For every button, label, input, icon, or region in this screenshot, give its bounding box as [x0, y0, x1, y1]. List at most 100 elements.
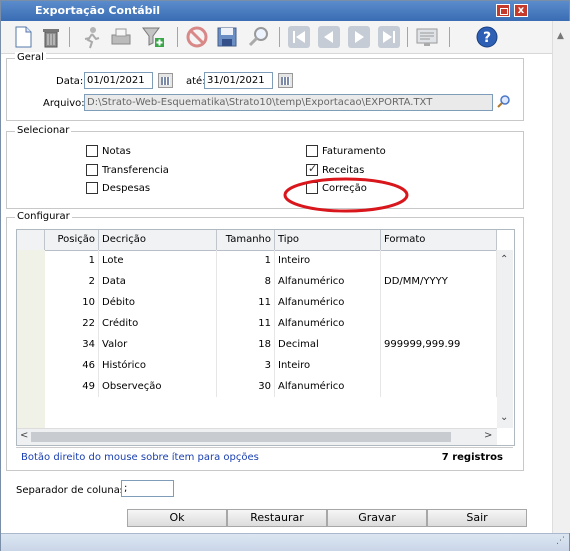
checkbox-transferencia[interactable] — [86, 164, 98, 176]
grid-hint: Botão direito do mouse sobre ítem para o… — [21, 452, 259, 463]
cell-tipo: Alfanumérico — [275, 376, 381, 397]
checkbox-label: Faturamento — [322, 146, 386, 157]
header-tipo[interactable]: Tipo — [275, 230, 381, 250]
help-icon[interactable]: ? — [475, 25, 499, 49]
cell-tipo: Decimal — [275, 334, 381, 355]
cell-tipo: Inteiro — [275, 250, 381, 271]
checkbox-label: Notas — [102, 146, 131, 157]
cell-tipo: Inteiro — [275, 355, 381, 376]
header-posicao[interactable]: Posição — [45, 230, 99, 250]
title-bar[interactable]: Exportação Contábil x — [1, 1, 569, 21]
header-gutter — [17, 230, 45, 250]
checkbox-despesas[interactable] — [86, 182, 98, 194]
table-row[interactable]: 22 Crédito 11 Alfanumérico — [17, 313, 497, 334]
new-document-icon[interactable] — [11, 25, 35, 49]
cell-tamanho: 11 — [217, 313, 275, 334]
cell-posicao: 34 — [45, 334, 99, 355]
next-record-icon[interactable] — [347, 25, 371, 49]
scroll-down-icon[interactable]: ⌄ — [500, 412, 508, 423]
cell-posicao: 1 — [45, 250, 99, 271]
separador-input[interactable]: ; — [121, 480, 174, 497]
date-from-input[interactable]: 01/01/2021 — [84, 72, 153, 89]
geral-group: Geral — [6, 52, 524, 121]
cell-tipo: Alfanumérico — [275, 292, 381, 313]
cell-tamanho: 1 — [217, 250, 275, 271]
checkbox-label: Despesas — [102, 183, 151, 194]
checkbox-label: Transferencia — [102, 165, 169, 176]
date-to-input[interactable]: 31/01/2021 — [204, 72, 273, 89]
restaurar-button[interactable]: Restaurar — [227, 509, 327, 527]
search-icon[interactable] — [247, 25, 271, 49]
selecionar-legend: Selecionar — [15, 125, 72, 136]
run-icon[interactable] — [79, 25, 103, 49]
cell-posicao: 49 — [45, 376, 99, 397]
data-label: Data: — [56, 76, 84, 87]
scroll-up-icon[interactable]: ⌃ — [500, 254, 508, 265]
cell-posicao: 46 — [45, 355, 99, 376]
toolbar-separator — [449, 27, 450, 47]
last-record-icon[interactable] — [377, 25, 401, 49]
cell-formato: DD/MM/YYYY — [381, 271, 497, 292]
status-bar: ⋰ — [1, 533, 569, 551]
cell-formato — [381, 250, 497, 271]
header-descricao[interactable]: Decrição — [99, 230, 217, 250]
cell-tamanho: 30 — [217, 376, 275, 397]
cell-descricao: Lote — [99, 250, 217, 271]
cell-tipo: Alfanumérico — [275, 271, 381, 292]
record-count: 7 registros — [441, 452, 503, 463]
save-icon[interactable] — [215, 25, 239, 49]
printer-icon[interactable] — [109, 25, 133, 49]
scroll-right-icon[interactable]: > — [484, 430, 492, 441]
cell-tamanho: 8 — [217, 271, 275, 292]
grid-footer: Botão direito do mouse sobre ítem para o… — [16, 447, 513, 466]
close-button[interactable]: x — [514, 4, 528, 17]
cell-descricao: Data — [99, 271, 217, 292]
checkbox-notas[interactable] — [86, 145, 98, 157]
view-icon[interactable] — [415, 25, 439, 49]
header-tamanho[interactable]: Tamanho — [217, 230, 275, 250]
scroll-left-icon[interactable]: < — [20, 430, 28, 441]
cell-formato: 999999,999.99 — [381, 334, 497, 355]
checkbox-faturamento[interactable] — [306, 145, 318, 157]
file-path-input[interactable]: D:\Strato-Web-Esquematika\Strato10\temp\… — [84, 94, 493, 111]
cell-descricao: Observeção — [99, 376, 217, 397]
cell-posicao: 22 — [45, 313, 99, 334]
header-formato[interactable]: Formato — [381, 230, 497, 250]
table-row[interactable]: 10 Débito 11 Alfanumérico — [17, 292, 497, 313]
svg-text:?: ? — [483, 30, 491, 46]
sair-button[interactable]: Sair — [427, 509, 527, 527]
cell-tamanho: 18 — [217, 334, 275, 355]
ate-label: até: — [186, 76, 206, 87]
cell-tamanho: 3 — [217, 355, 275, 376]
resize-grip-icon[interactable]: ⋰ — [556, 536, 565, 546]
table-row[interactable]: 2 Data 8 Alfanumérico DD/MM/YYYY — [17, 271, 497, 292]
first-record-icon[interactable] — [287, 25, 311, 49]
cancel-icon[interactable] — [185, 25, 209, 49]
cell-formato — [381, 355, 497, 376]
restore-button[interactable] — [496, 4, 510, 17]
cell-posicao: 10 — [45, 292, 99, 313]
calendar-icon[interactable] — [278, 73, 293, 88]
filter-add-icon[interactable] — [141, 25, 165, 49]
grid-header: Posição Decrição Tamanho Tipo Formato — [17, 230, 497, 251]
table-row[interactable]: 34 Valor 18 Decimal 999999,999.99 — [17, 334, 497, 355]
table-row[interactable]: 1 Lote 1 Inteiro — [17, 250, 497, 271]
window-scrollbar[interactable]: ▲ — [552, 21, 570, 533]
toolbar-separator — [279, 27, 280, 47]
cell-formato — [381, 376, 497, 397]
gravar-button[interactable]: Gravar — [327, 509, 427, 527]
table-row[interactable]: 49 Observeção 30 Alfanumérico — [17, 376, 497, 397]
calendar-icon[interactable] — [158, 73, 173, 88]
cell-posicao: 2 — [45, 271, 99, 292]
table-row[interactable]: 46 Histórico 3 Inteiro — [17, 355, 497, 376]
scroll-up-icon[interactable]: ▲ — [557, 31, 564, 41]
export-window: Exportação Contábil x ? ▲ Geral Data: 01… — [0, 0, 570, 551]
columns-grid: Posição Decrição Tamanho Tipo Formato 1L… — [16, 229, 515, 446]
ok-button[interactable]: Ok — [127, 509, 227, 527]
scroll-thumb[interactable] — [31, 432, 451, 442]
grid-vertical-scrollbar[interactable]: ⌃ ⌄ — [497, 250, 513, 428]
trash-icon[interactable] — [39, 25, 63, 49]
previous-record-icon[interactable] — [317, 25, 341, 49]
browse-file-icon[interactable] — [497, 95, 511, 109]
grid-horizontal-scrollbar[interactable]: < > — [17, 428, 497, 445]
